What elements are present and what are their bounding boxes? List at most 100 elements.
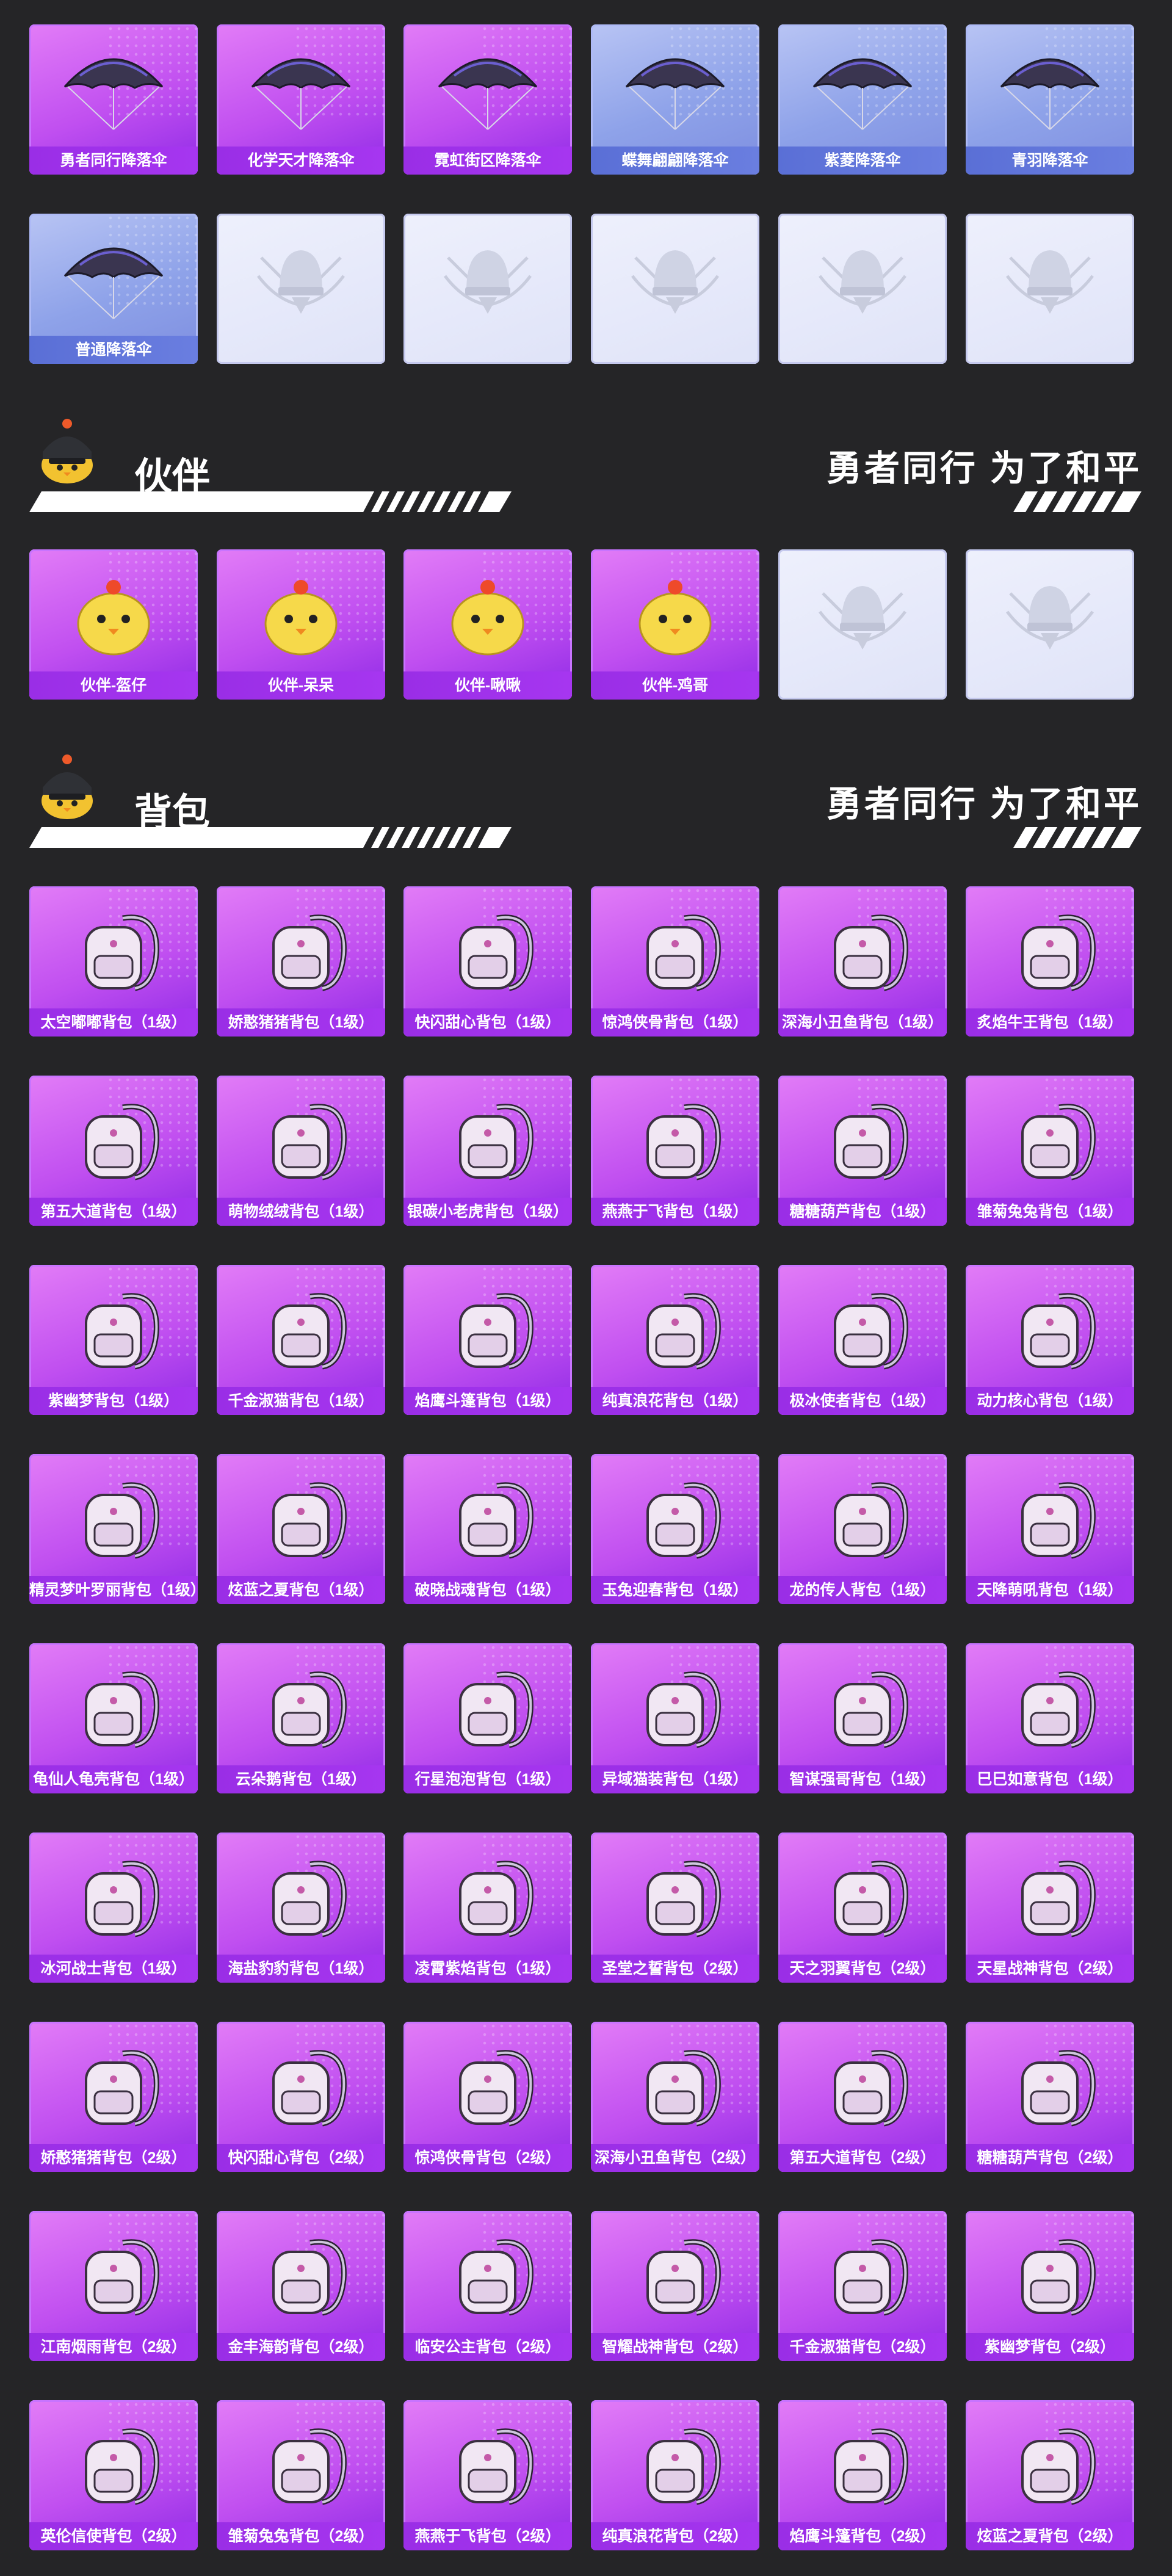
item-label: 紫幽梦背包（2级） <box>966 2333 1134 2361</box>
backpack-item[interactable]: 快闪甜心背包（1级） <box>403 886 572 1037</box>
item-label: 化学天才降落伞 <box>217 147 385 175</box>
item-label: 雏菊兔兔背包（1级） <box>966 1198 1134 1226</box>
backpack-item[interactable]: 海盐豹豹背包（1级） <box>217 1833 385 1983</box>
backpack-item[interactable]: 异域猫装背包（1级） <box>591 1643 759 1793</box>
item-label: 深海小丑鱼背包（2级） <box>591 2144 759 2172</box>
backpack-item[interactable]: 糖糖葫芦背包（1级） <box>778 1076 947 1226</box>
backpack-item[interactable]: 行星泡泡背包（1级） <box>403 1643 572 1793</box>
backpack-item[interactable]: 萌物绒绒背包（1级） <box>217 1076 385 1226</box>
item-label: 圣堂之誓背包（2级） <box>591 1955 759 1983</box>
item-label: 深海小丑鱼背包（1级） <box>778 1008 947 1037</box>
backpack-item[interactable]: 快闪甜心背包（2级） <box>217 2022 385 2172</box>
item-label: 海盐豹豹背包（1级） <box>217 1955 385 1983</box>
backpack-item[interactable]: 娇憨猪猪背包（1级） <box>217 886 385 1037</box>
parachute-item[interactable]: 青羽降落伞 <box>966 24 1134 175</box>
backpack-item[interactable]: 糖糖葫芦背包（2级） <box>966 2022 1134 2172</box>
backpack-item[interactable]: 惊鸿侠骨背包（2级） <box>403 2022 572 2172</box>
backpack-item[interactable]: 极冰使者背包（1级） <box>778 1265 947 1415</box>
backpack-item[interactable]: 巳巳如意背包（1级） <box>966 1643 1134 1793</box>
backpack-item[interactable]: 天降萌吼背包（1级） <box>966 1454 1134 1604</box>
backpack-icon <box>834 1671 908 1748</box>
parachute-item[interactable]: 普通降落伞 <box>29 214 198 364</box>
backpack-item[interactable]: 深海小丑鱼背包（1级） <box>778 886 947 1037</box>
backpack-item[interactable]: 紫幽梦背包（2级） <box>966 2211 1134 2361</box>
companion-item[interactable]: 伙伴-盔仔 <box>29 549 198 700</box>
parachute-item[interactable]: 化学天才降落伞 <box>217 24 385 175</box>
item-label: 纯真浪花背包（1级） <box>591 1387 759 1415</box>
backpack-item[interactable]: 千金淑猫背包（2级） <box>778 2211 947 2361</box>
backpack-item[interactable]: 焰鹰斗篷背包（2级） <box>778 2400 947 2550</box>
item-label: 江南烟雨背包（2级） <box>29 2333 198 2361</box>
backpack-item[interactable]: 紫幽梦背包（1级） <box>29 1265 198 1415</box>
item-label: 霓虹街区降落伞 <box>403 147 572 175</box>
backpack-item[interactable]: 江南烟雨背包（2级） <box>29 2211 198 2361</box>
backpack-icon <box>646 1861 721 1937</box>
backpack-item[interactable]: 炙焰牛王背包（1级） <box>966 886 1134 1037</box>
backpack-item[interactable]: 玉兔迎春背包（1级） <box>591 1454 759 1604</box>
companion-item[interactable]: 伙伴-啾啾 <box>403 549 572 700</box>
parachute-item[interactable]: 紫菱降落伞 <box>778 24 947 175</box>
backpack-item[interactable]: 太空嘟嘟背包（1级） <box>29 886 198 1037</box>
parachute-item[interactable]: 霓虹街区降落伞 <box>403 24 572 175</box>
backpack-item[interactable]: 天之羽翼背包（2级） <box>778 1833 947 1983</box>
backpack-item[interactable]: 临安公主背包（2级） <box>403 2211 572 2361</box>
backpack-item[interactable]: 圣堂之誓背包（2级） <box>591 1833 759 1983</box>
backpack-item[interactable]: 天星战神背包（2级） <box>966 1833 1134 1983</box>
backpack-item[interactable]: 娇憨猪猪背包（2级） <box>29 2022 198 2172</box>
backpack-item[interactable]: 惊鸿侠骨背包（1级） <box>591 886 759 1037</box>
stripe-bar <box>29 491 512 512</box>
backpack-icon <box>646 1104 721 1181</box>
backpack-item[interactable]: 云朵鹅背包（1级） <box>217 1643 385 1793</box>
empty-slot[interactable] <box>966 549 1134 700</box>
parachute-icon <box>63 58 164 130</box>
backpack-item[interactable]: 英伦信使背包（2级） <box>29 2400 198 2550</box>
backpack-item[interactable]: 第五大道背包（1级） <box>29 1076 198 1226</box>
parachute-item[interactable]: 勇者同行降落伞 <box>29 24 198 175</box>
backpack-item[interactable]: 焰鹰斗篷背包（1级） <box>403 1265 572 1415</box>
backpack-item[interactable]: 雏菊兔兔背包（1级） <box>966 1076 1134 1226</box>
backpack-item[interactable]: 燕燕于飞背包（2级） <box>403 2400 572 2550</box>
backpack-item[interactable]: 破晓战魂背包（1级） <box>403 1454 572 1604</box>
item-label: 伙伴-啾啾 <box>403 671 572 700</box>
backpack-item[interactable]: 深海小丑鱼背包（2级） <box>591 2022 759 2172</box>
backpack-item[interactable]: 智耀战神背包（2级） <box>591 2211 759 2361</box>
backpack-item[interactable]: 龙的传人背包（1级） <box>778 1454 947 1604</box>
backpack-item[interactable]: 智谋强哥背包（1级） <box>778 1643 947 1793</box>
backpack-icon <box>272 1293 347 1370</box>
item-label: 第五大道背包（1级） <box>29 1198 198 1226</box>
empty-slot[interactable] <box>217 214 385 364</box>
companion-item[interactable]: 伙伴-呆呆 <box>217 549 385 700</box>
empty-slot[interactable] <box>778 549 947 700</box>
item-label: 智谋强哥背包（1级） <box>778 1765 947 1793</box>
backpack-item[interactable]: 金丰海韵背包（2级） <box>217 2211 385 2361</box>
backpack-item[interactable]: 第五大道背包（2级） <box>778 2022 947 2172</box>
backpack-item[interactable]: 雏菊兔兔背包（2级） <box>217 2400 385 2550</box>
backpack-item[interactable]: 炫蓝之夏背包（2级） <box>966 2400 1134 2550</box>
empty-slot[interactable] <box>591 214 759 364</box>
backpack-item[interactable]: 银碳小老虎背包（1级） <box>403 1076 572 1226</box>
empty-slot[interactable] <box>778 214 947 364</box>
backpack-item[interactable]: 燕燕于飞背包（1级） <box>591 1076 759 1226</box>
placeholder-emblem-icon <box>1006 586 1094 649</box>
item-label: 勇者同行降落伞 <box>29 147 198 175</box>
backpack-icon <box>646 914 721 991</box>
backpack-item[interactable]: 动力核心背包（1级） <box>966 1265 1134 1415</box>
backpack-item[interactable]: 纯真浪花背包（2级） <box>591 2400 759 2550</box>
backpack-item[interactable]: 冰河战士背包（1级） <box>29 1833 198 1983</box>
backpack-item[interactable]: 千金淑猫背包（1级） <box>217 1265 385 1415</box>
companion-item[interactable]: 伙伴-鸡哥 <box>591 549 759 700</box>
mascot-icon <box>42 419 93 483</box>
backpack-item[interactable]: 凌霄紫焰背包（1级） <box>403 1833 572 1983</box>
empty-slot[interactable] <box>966 214 1134 364</box>
backpack-item[interactable]: 龟仙人龟壳背包（1级） <box>29 1643 198 1793</box>
parachute-item[interactable]: 蝶舞翩翩降落伞 <box>591 24 759 175</box>
item-label: 智耀战神背包（2级） <box>591 2333 759 2361</box>
companion-icon <box>638 580 712 656</box>
backpack-item[interactable]: 炫蓝之夏背包（1级） <box>217 1454 385 1604</box>
item-label: 萌物绒绒背包（1级） <box>217 1198 385 1226</box>
item-label: 千金淑猫背包（1级） <box>217 1387 385 1415</box>
backpack-item[interactable]: 纯真浪花背包（1级） <box>591 1265 759 1415</box>
backpack-item[interactable]: 精灵梦叶罗丽背包（1级） <box>29 1454 198 1604</box>
empty-slot[interactable] <box>403 214 572 364</box>
item-label: 临安公主背包（2级） <box>403 2333 572 2361</box>
